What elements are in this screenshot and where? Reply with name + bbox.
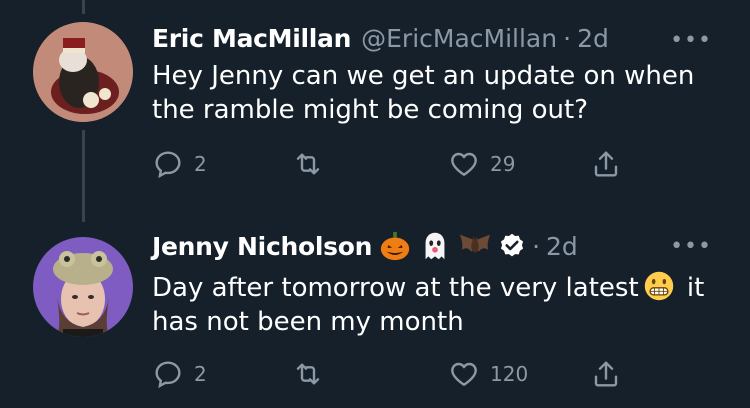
like-count: 29 xyxy=(490,152,516,176)
separator-dot: · xyxy=(563,23,572,53)
reply-button[interactable]: 2 xyxy=(152,358,207,390)
tweet-header: Jenny Nicholson · 2d xyxy=(152,230,578,262)
tweet[interactable]: Jenny Nicholson · 2d ••• Day after tomor… xyxy=(0,210,750,408)
tweet-actions: 2 120 xyxy=(152,358,632,392)
share-icon xyxy=(594,361,618,387)
retweet-icon xyxy=(296,363,320,385)
like-count: 120 xyxy=(490,362,529,386)
retweet-icon xyxy=(296,153,320,175)
author-name[interactable]: Eric MacMillan xyxy=(152,24,351,53)
timestamp[interactable]: 2d xyxy=(546,232,578,261)
like-icon xyxy=(451,362,477,386)
share-button[interactable] xyxy=(590,358,622,390)
grimacing-face-emoji xyxy=(644,271,673,301)
more-icon[interactable]: ••• xyxy=(670,236,712,258)
jack-o-lantern-emoji xyxy=(380,231,410,261)
share-icon xyxy=(594,151,618,177)
reply-icon xyxy=(155,361,181,389)
verified-badge-icon xyxy=(500,233,524,257)
avatar[interactable] xyxy=(33,237,133,337)
tweet-header: Eric MacMillan @EricMacMillan · 2d xyxy=(152,22,609,54)
share-button[interactable] xyxy=(590,148,622,180)
like-button[interactable]: 29 xyxy=(448,148,515,180)
avatar[interactable] xyxy=(33,22,133,122)
like-button[interactable]: 120 xyxy=(448,358,528,390)
reply-count: 2 xyxy=(194,152,207,176)
like-icon xyxy=(451,152,477,176)
tweet[interactable]: Eric MacMillan @EricMacMillan · 2d ••• H… xyxy=(0,0,750,210)
bat-emoji xyxy=(459,234,491,253)
tweet-text-part-1: Day after tomorrow at the very latest xyxy=(152,273,639,303)
reply-icon xyxy=(155,151,181,179)
timestamp[interactable]: 2d xyxy=(577,24,609,53)
separator-dot: · xyxy=(532,231,541,261)
ghost-emoji xyxy=(425,232,445,260)
retweet-button[interactable] xyxy=(292,148,334,180)
more-icon[interactable]: ••• xyxy=(670,30,712,52)
tweet-actions: 2 29 xyxy=(152,148,632,182)
author-name[interactable]: Jenny Nicholson xyxy=(152,232,372,261)
tweet-text: Hey Jenny can we get an update on when t… xyxy=(152,61,695,125)
reply-count: 2 xyxy=(194,362,207,386)
retweet-button[interactable] xyxy=(292,358,334,390)
tweet-text: Day after tomorrow at the very latest it… xyxy=(152,270,712,339)
author-handle[interactable]: @EricMacMillan xyxy=(361,24,557,53)
reply-button[interactable]: 2 xyxy=(152,148,207,180)
